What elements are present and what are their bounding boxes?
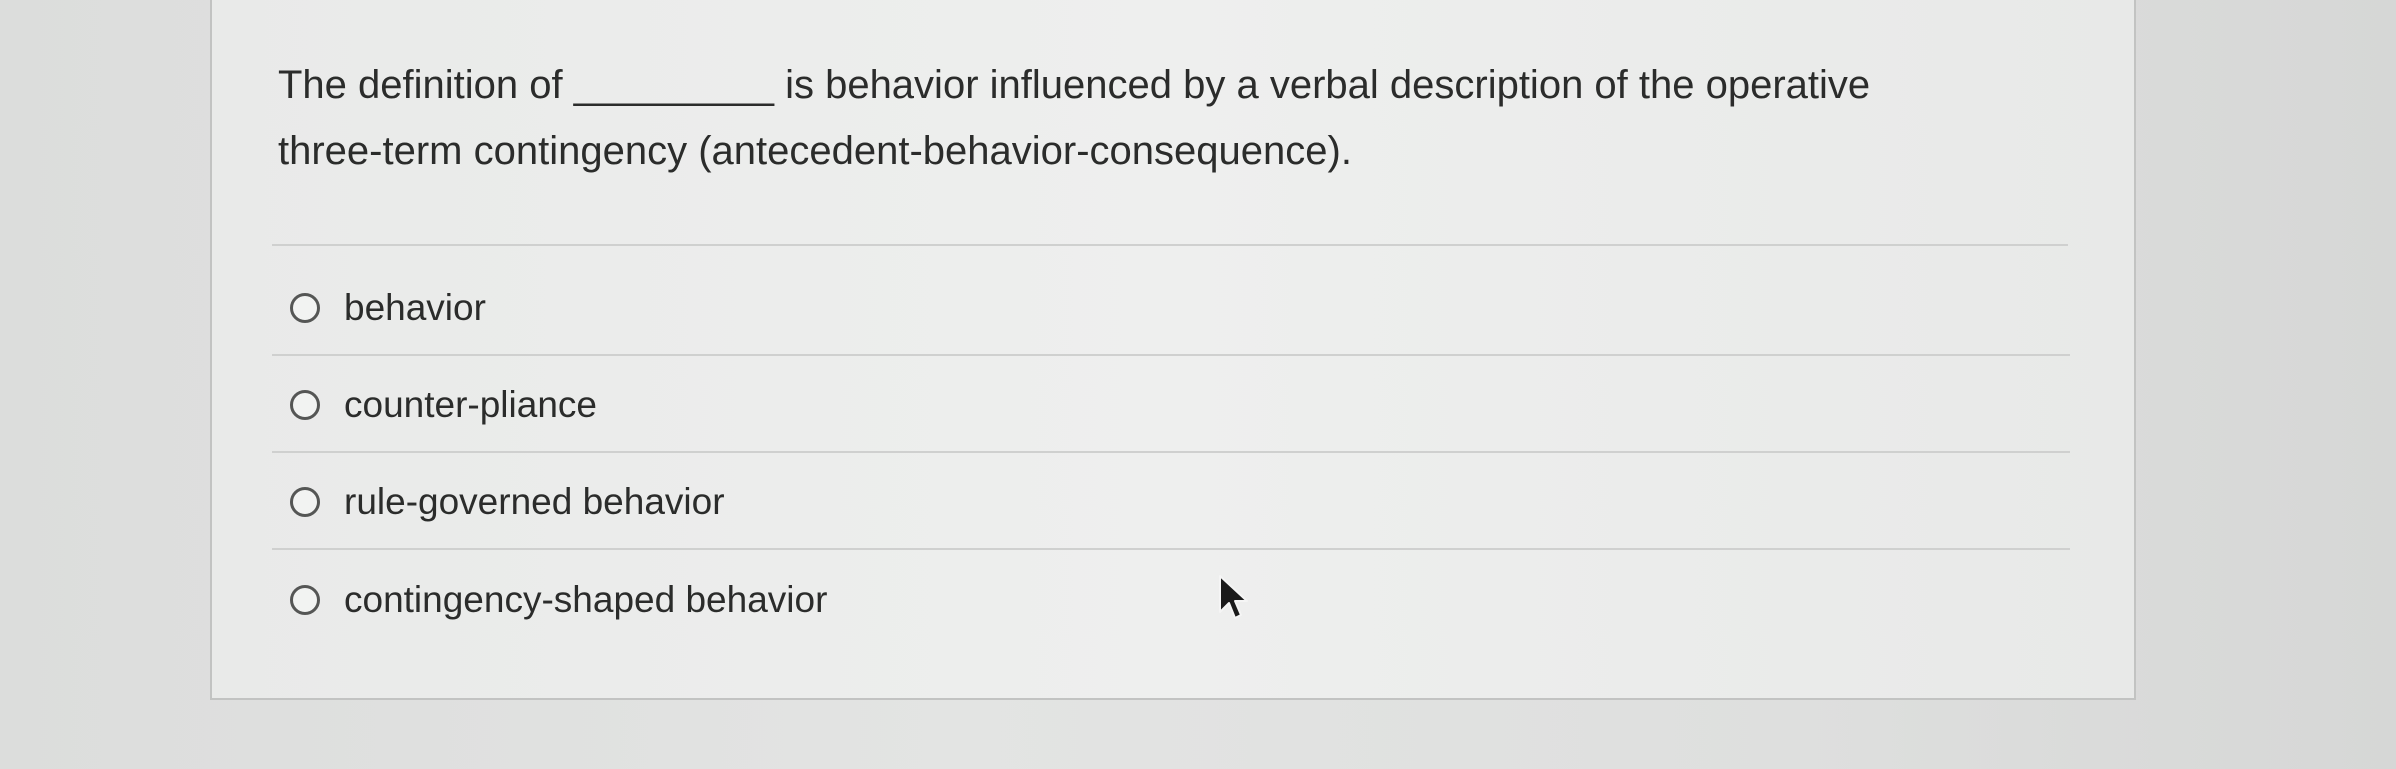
question-card: The definition of _________ is behavior …: [210, 0, 2136, 700]
question-line-2: three-term contingency (antecedent-behav…: [278, 129, 1352, 173]
radio-button[interactable]: [290, 487, 320, 517]
option-label: behavior: [344, 287, 486, 328]
question-line-1: The definition of _________ is behavior …: [278, 63, 1871, 107]
radio-button[interactable]: [290, 390, 320, 420]
option-label: contingency-shaped behavior: [344, 579, 828, 620]
radio-button[interactable]: [290, 585, 320, 615]
option-divider: [272, 548, 2070, 550]
question-divider: [272, 244, 2068, 246]
option-label: rule-governed behavior: [344, 481, 725, 522]
option-label: counter-pliance: [344, 384, 597, 425]
question-text: The definition of _________ is behavior …: [278, 52, 2078, 184]
option-divider: [272, 451, 2070, 453]
answer-option-rule-governed-behavior[interactable]: rule-governed behavior: [272, 454, 2070, 550]
option-divider: [272, 354, 2070, 356]
answer-option-contingency-shaped-behavior[interactable]: contingency-shaped behavior: [272, 552, 2070, 648]
answer-option-counter-pliance[interactable]: counter-pliance: [272, 357, 2070, 453]
mouse-pointer-arrow-icon: [1219, 575, 1248, 619]
radio-button[interactable]: [290, 293, 320, 323]
answer-option-behavior[interactable]: behavior: [272, 260, 2070, 356]
